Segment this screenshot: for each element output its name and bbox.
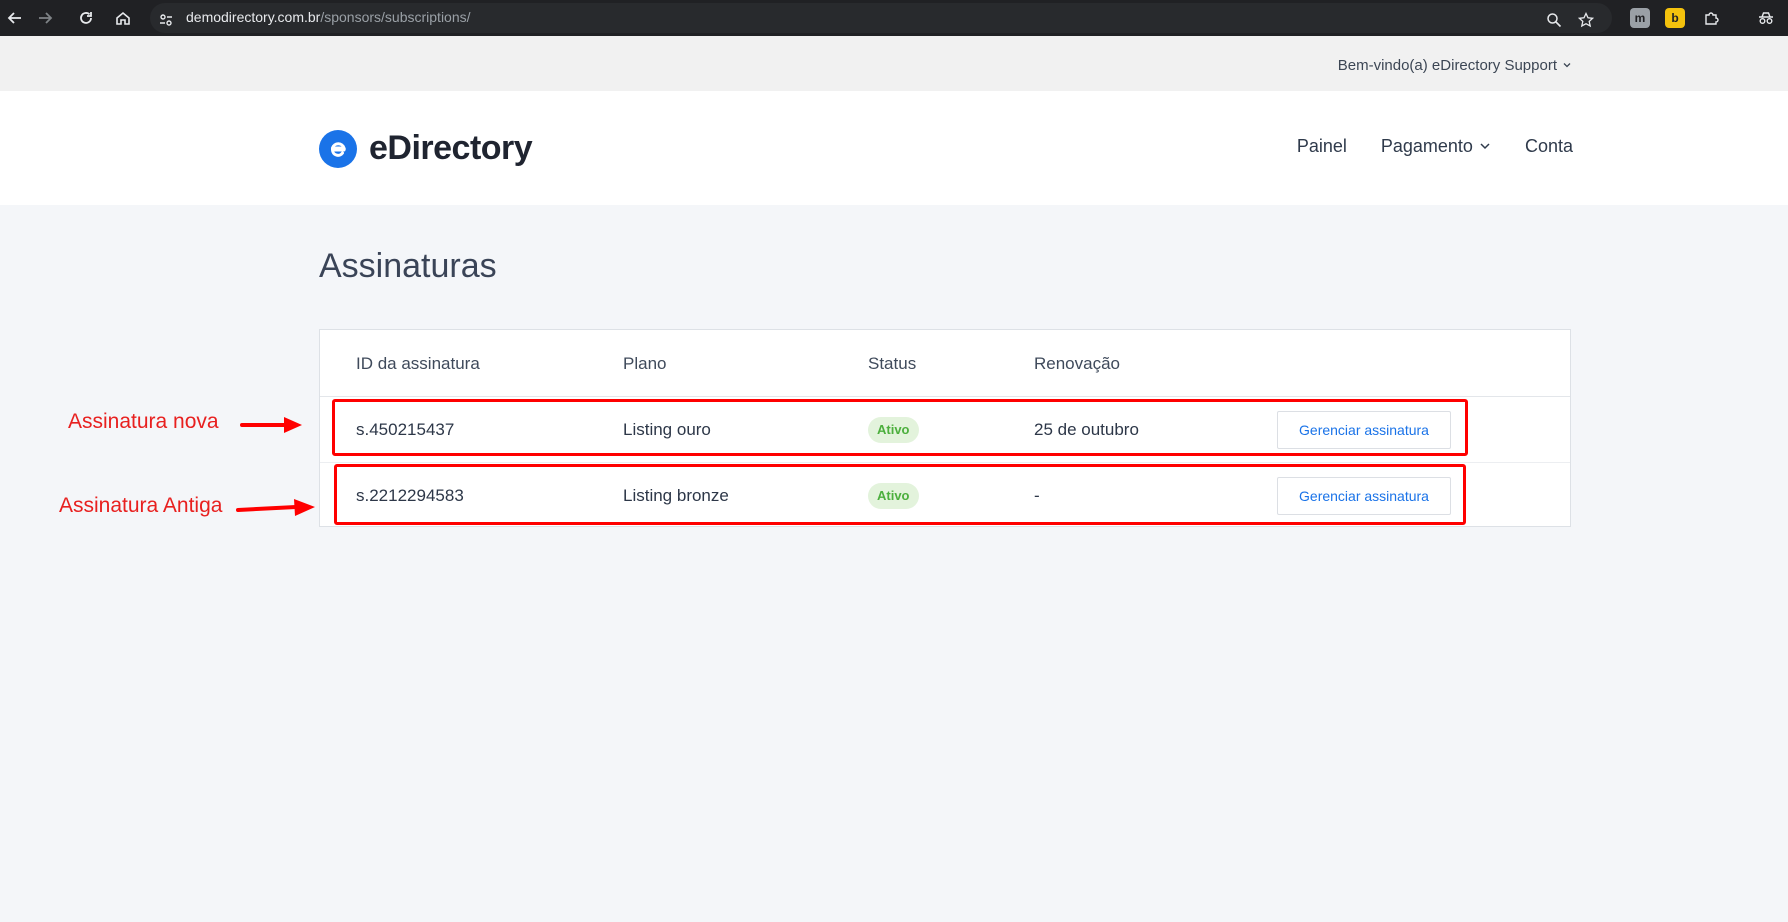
- user-menu[interactable]: Bem-vindo(a) eDirectory Support: [1338, 57, 1572, 74]
- incognito-icon[interactable]: [1756, 8, 1776, 28]
- extension-b-icon[interactable]: b: [1665, 8, 1685, 28]
- zoom-icon[interactable]: [1544, 10, 1564, 30]
- welcome-bar: Bem-vindo(a) eDirectory Support: [0, 36, 1788, 91]
- site-header: eDirectory Painel Pagamento Conta: [0, 91, 1788, 205]
- column-header-id: ID da assinatura: [356, 354, 480, 373]
- page-title: Assinaturas: [319, 247, 497, 285]
- main-nav: Painel Pagamento Conta: [1297, 136, 1573, 157]
- arrow-right-icon: [240, 417, 302, 433]
- column-header-status: Status: [868, 354, 917, 373]
- annotation-box-old: [334, 464, 1466, 525]
- welcome-text: Bem-vindo(a) eDirectory Support: [1337, 57, 1557, 74]
- column-header-plan: Plano: [623, 354, 667, 373]
- forward-arrow-icon[interactable]: [34, 7, 56, 29]
- chevron-down-icon: [1562, 57, 1572, 74]
- logo[interactable]: eDirectory: [319, 129, 533, 168]
- annotation-label-old: Assinatura Antiga: [59, 494, 223, 517]
- nav-pagamento-label: Pagamento: [1380, 136, 1473, 156]
- back-arrow-icon[interactable]: [4, 7, 26, 29]
- star-icon[interactable]: [1576, 10, 1596, 30]
- url-host: demodirectory.com.br: [186, 9, 321, 25]
- nav-conta[interactable]: Conta: [1525, 136, 1573, 157]
- nav-painel[interactable]: Painel: [1297, 136, 1347, 157]
- logo-text: eDirectory: [369, 129, 533, 167]
- browser-toolbar: demodirectory.com.br/sponsors/subscripti…: [0, 0, 1788, 36]
- annotation-box-new: [332, 399, 1468, 456]
- logo-e-icon: [319, 129, 357, 168]
- table-header: ID da assinatura Plano Status Renovação: [320, 330, 1570, 397]
- column-header-renewal: Renovação: [1034, 354, 1121, 373]
- site-info-icon[interactable]: [156, 10, 176, 30]
- arrow-right-icon: [236, 499, 315, 516]
- url-path: /sponsors/subscriptions/: [320, 9, 471, 25]
- annotation-label-new: Assinatura nova: [68, 410, 219, 433]
- reload-icon[interactable]: [75, 7, 97, 29]
- nav-pagamento[interactable]: Pagamento: [1381, 136, 1491, 157]
- extension-m-icon[interactable]: m: [1630, 8, 1650, 28]
- chevron-down-icon: [1479, 136, 1491, 157]
- url-text: demodirectory.com.br/sponsors/subscripti…: [186, 9, 471, 25]
- home-icon[interactable]: [112, 7, 134, 29]
- extensions-puzzle-icon[interactable]: [1701, 8, 1721, 28]
